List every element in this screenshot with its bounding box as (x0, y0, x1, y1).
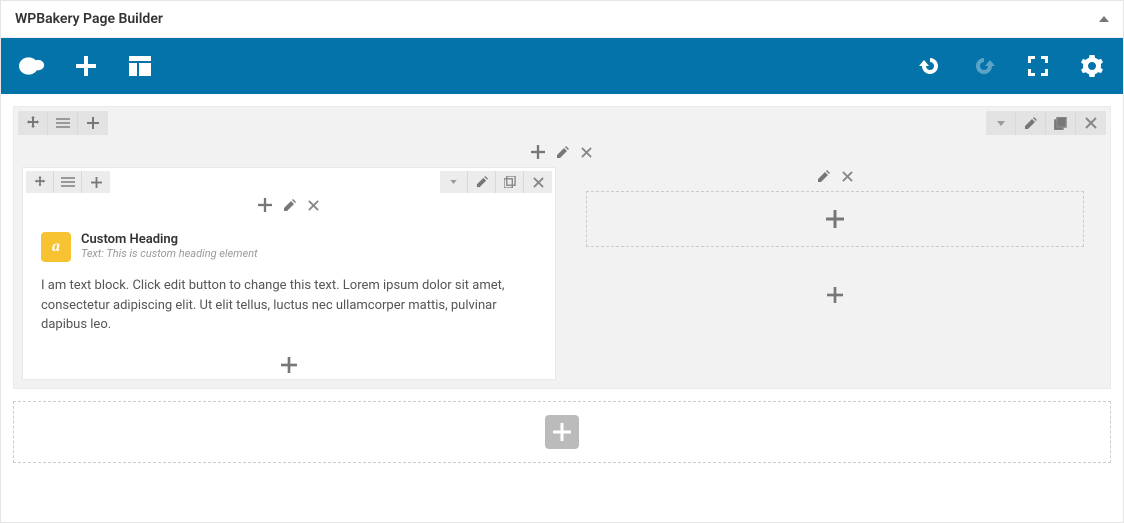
add-icon[interactable] (529, 143, 547, 161)
inner-col-add-bottom (23, 349, 555, 379)
edit-icon[interactable] (468, 171, 496, 193)
delete-icon[interactable] (1076, 111, 1106, 135)
toolbar-right (917, 53, 1105, 79)
template-icon[interactable] (127, 53, 153, 79)
row-controls-right (986, 111, 1106, 135)
undo-icon[interactable] (917, 53, 943, 79)
edit-icon[interactable] (1016, 111, 1046, 135)
add-icon[interactable] (78, 111, 108, 135)
panel-header: WPBakery Page Builder (1, 1, 1123, 38)
columns-icon[interactable] (48, 111, 78, 135)
add-icon[interactable] (82, 171, 110, 193)
row-body: a Custom Heading Text: This is custom he… (14, 107, 1110, 388)
add-row-button[interactable] (545, 415, 579, 449)
edit-icon[interactable] (814, 167, 832, 185)
text-block-element[interactable]: I am text block. Click edit button to ch… (41, 276, 537, 335)
columns-icon[interactable] (54, 171, 82, 193)
add-icon[interactable] (281, 357, 297, 377)
delete-icon[interactable] (304, 196, 322, 214)
outer-row: a Custom Heading Text: This is custom he… (13, 106, 1111, 389)
right-col-top-controls (568, 167, 1102, 185)
column-right (568, 167, 1102, 380)
wpbakery-panel: WPBakery Page Builder (0, 0, 1124, 523)
move-icon[interactable] (18, 111, 48, 135)
right-col-add-bottom (568, 287, 1102, 307)
column-top-controls (22, 143, 1102, 161)
redo-icon (971, 53, 997, 79)
dropdown-icon[interactable] (440, 171, 468, 193)
element-title: Custom Heading (81, 232, 258, 247)
copy-icon[interactable] (1046, 111, 1076, 135)
add-row-area[interactable] (13, 401, 1111, 463)
add-element-icon[interactable] (73, 53, 99, 79)
column-left: a Custom Heading Text: This is custom he… (22, 167, 556, 380)
inner-row-controls-left (26, 171, 110, 193)
main-toolbar (1, 38, 1123, 94)
element-subtitle: Text: This is custom heading element (81, 247, 258, 260)
fullscreen-icon[interactable] (1025, 53, 1051, 79)
copy-icon[interactable] (496, 171, 524, 193)
add-icon (826, 210, 844, 228)
settings-icon[interactable] (1079, 53, 1105, 79)
delete-icon[interactable] (524, 171, 552, 193)
canvas: a Custom Heading Text: This is custom he… (1, 94, 1123, 475)
inner-row: a Custom Heading Text: This is custom he… (22, 167, 556, 380)
add-icon[interactable] (827, 287, 843, 307)
dropdown-icon[interactable] (986, 111, 1016, 135)
inner-col-top-controls (23, 196, 555, 214)
custom-heading-icon: a (41, 232, 71, 262)
inner-body: a Custom Heading Text: This is custom he… (23, 220, 555, 349)
element-text: Custom Heading Text: This is custom head… (81, 232, 258, 260)
logo-icon[interactable] (19, 53, 45, 79)
move-icon[interactable] (26, 171, 54, 193)
edit-icon[interactable] (280, 196, 298, 214)
panel-title: WPBakery Page Builder (15, 11, 163, 27)
delete-icon[interactable] (577, 143, 595, 161)
row-controls-left (18, 111, 108, 135)
collapse-icon[interactable] (1099, 16, 1109, 22)
columns-wrap: a Custom Heading Text: This is custom he… (22, 167, 1102, 380)
drag-lines-icon (56, 118, 70, 128)
empty-drop-area[interactable] (586, 191, 1084, 247)
toolbar-left (19, 53, 153, 79)
add-icon[interactable] (256, 196, 274, 214)
edit-icon[interactable] (553, 143, 571, 161)
delete-icon[interactable] (838, 167, 856, 185)
inner-row-controls-right (440, 171, 552, 193)
custom-heading-element[interactable]: a Custom Heading Text: This is custom he… (41, 232, 537, 262)
drag-lines-icon (61, 177, 75, 187)
